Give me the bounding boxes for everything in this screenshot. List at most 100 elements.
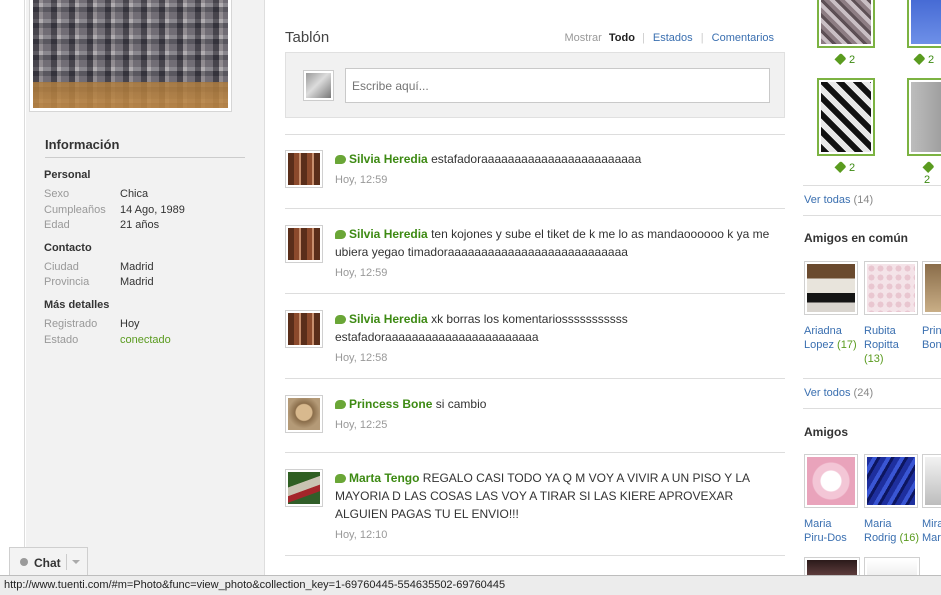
- friend-name[interactable]: Rubita Ropitta (13): [864, 324, 920, 366]
- chat-divider: [66, 554, 67, 570]
- comment-bubble-icon: [335, 315, 346, 324]
- right-divider: [803, 185, 941, 186]
- friend-card[interactable]: Rubita Ropitta (13): [864, 261, 920, 366]
- right-divider: [803, 378, 941, 379]
- ver-todos-amigos-comun-link[interactable]: Ver todos (24): [804, 387, 873, 399]
- info-key: Sexo: [44, 188, 70, 200]
- info-row-registrado: Registrado Hoy: [44, 318, 244, 330]
- friend-last-name: Ropitta: [864, 339, 899, 351]
- browser-status-bar: http://www.tuenti.com/#m=Photo&func=view…: [0, 575, 941, 595]
- photo-tag-count[interactable]: 2: [834, 160, 855, 174]
- filter-current[interactable]: Todo: [609, 32, 635, 44]
- friend-count: (17): [837, 339, 857, 351]
- friend-count: (13): [864, 353, 884, 365]
- post-author-link[interactable]: Silvia Heredia: [349, 312, 428, 326]
- friend-first-name: Ariadna: [804, 325, 842, 337]
- author-avatar[interactable]: [285, 469, 323, 507]
- friend-card[interactable]: Prin Bon: [922, 261, 941, 352]
- author-avatar[interactable]: [285, 225, 323, 263]
- info-value: 21 años: [120, 219, 160, 231]
- friend-last-name: Lopez: [804, 339, 834, 351]
- gallery-photo[interactable]: [907, 78, 941, 156]
- ver-todos-label: Ver todos: [804, 387, 851, 399]
- post-body: Marta Tengo REGALO CASI TODO YA Q M VOY …: [335, 469, 780, 544]
- post-body: Silvia Heredia xk borras los komentarios…: [335, 310, 780, 367]
- post-author-link[interactable]: Silvia Heredia: [349, 227, 428, 241]
- gallery-photo[interactable]: [817, 78, 875, 156]
- status-online: conectado: [120, 334, 171, 346]
- feed-divider: [285, 378, 785, 379]
- tag-icon: [913, 52, 926, 66]
- info-value: Hoy: [120, 318, 140, 330]
- friend-last-name: Bon: [922, 339, 941, 351]
- info-row-estado: Estado conectado: [44, 334, 244, 346]
- post-time: Hoy, 12:59: [335, 174, 388, 186]
- info-row-edad: Edad 21 años: [44, 219, 244, 231]
- section-personal: Personal: [44, 169, 91, 181]
- post-author-link[interactable]: Princess Bone: [349, 397, 432, 411]
- info-value: Chica: [120, 188, 149, 200]
- friend-name[interactable]: Maria Rodrig (16): [864, 517, 920, 545]
- photo-tag-count[interactable]: 2: [834, 52, 855, 66]
- comment-bubble-icon: [335, 474, 346, 483]
- photo-tag-count[interactable]: 2: [922, 160, 941, 186]
- friend-avatar[interactable]: [864, 261, 918, 315]
- feed-divider: [285, 293, 785, 294]
- filter-comentarios-link[interactable]: Comentarios: [707, 32, 779, 44]
- friend-first-name: Mira: [922, 518, 941, 530]
- info-row-provincia: Provincia Madrid: [44, 276, 244, 288]
- chat-label: Chat: [34, 556, 61, 570]
- friend-card[interactable]: Mira Mar: [922, 454, 941, 545]
- filter-separator: |: [700, 32, 704, 44]
- info-key: Edad: [44, 219, 70, 231]
- friend-first-name: Rubita: [864, 325, 896, 337]
- right-divider: [803, 408, 941, 409]
- chat-tab[interactable]: Chat: [9, 547, 88, 575]
- profile-photo[interactable]: [29, 0, 232, 112]
- post-author-link[interactable]: Silvia Heredia: [349, 152, 428, 166]
- friend-avatar[interactable]: [804, 454, 858, 508]
- author-avatar[interactable]: [285, 395, 323, 433]
- friend-last-name: Rodrig: [864, 532, 897, 544]
- friend-card[interactable]: Maria Rodrig (16): [864, 454, 920, 545]
- my-avatar: [303, 70, 334, 101]
- photo-tag-label: 2: [928, 54, 935, 66]
- friend-card[interactable]: Ariadna Lopez (17): [804, 261, 860, 352]
- wall-post-input[interactable]: [345, 68, 770, 103]
- friend-name[interactable]: Mira Mar: [922, 517, 941, 545]
- chevron-down-icon[interactable]: [72, 560, 80, 564]
- gallery-photo[interactable]: [907, 0, 941, 48]
- info-key: Estado: [44, 334, 79, 346]
- compose-box: [285, 52, 785, 118]
- post-author-link[interactable]: Marta Tengo: [349, 471, 419, 485]
- filter-estados-link[interactable]: Estados: [648, 32, 698, 44]
- friend-count: (16): [899, 532, 920, 544]
- info-row-cumpleanos: Cumpleaños 14 Ago, 1989: [44, 204, 244, 216]
- info-value: Madrid: [120, 261, 154, 273]
- post-body: Silvia Heredia estafadoraaaaaaaaaaaaaaaa…: [335, 150, 780, 189]
- tag-icon: [834, 160, 847, 174]
- right-divider: [803, 215, 941, 216]
- comment-bubble-icon: [335, 155, 346, 164]
- friend-name[interactable]: Prin Bon: [922, 324, 941, 352]
- ver-todas-label: Ver todas: [804, 194, 851, 206]
- wall-title: Tablón: [285, 29, 330, 46]
- author-avatar[interactable]: [285, 150, 323, 188]
- section-mas-detalles: Más detalles: [44, 299, 110, 311]
- friend-avatar[interactable]: [922, 261, 941, 315]
- author-avatar[interactable]: [285, 310, 323, 348]
- feed-divider: [285, 208, 785, 209]
- amigos-heading: Amigos: [804, 425, 849, 439]
- gallery-photo[interactable]: [817, 0, 875, 48]
- friend-name[interactable]: Maria Piru-Dos: [804, 517, 860, 545]
- friend-avatar[interactable]: [804, 261, 858, 315]
- friend-first-name: Prin: [922, 325, 941, 337]
- photo-tag-count[interactable]: 2: [913, 52, 935, 66]
- ver-todas-count: (14): [853, 194, 874, 206]
- friend-first-name: Maria: [804, 518, 832, 530]
- friend-avatar[interactable]: [864, 454, 918, 508]
- friend-name[interactable]: Ariadna Lopez (17): [804, 324, 860, 352]
- friend-avatar[interactable]: [922, 454, 941, 508]
- friend-card[interactable]: Maria Piru-Dos: [804, 454, 860, 545]
- ver-todas-fotos-link[interactable]: Ver todas (14): [804, 194, 873, 206]
